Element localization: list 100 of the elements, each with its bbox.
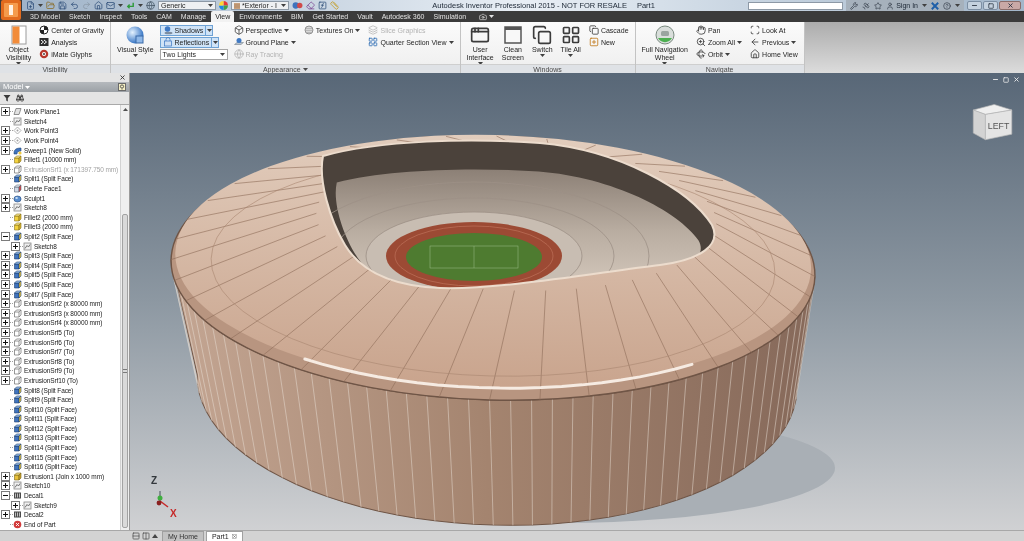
- point-icon: [13, 126, 22, 136]
- split-cube-icon: [13, 232, 22, 241]
- expand-icon[interactable]: [0, 260, 10, 270]
- expand-icon[interactable]: [0, 366, 10, 376]
- wireframe-box-icon: [13, 347, 22, 357]
- expand-icon[interactable]: [0, 318, 10, 328]
- expand-icon[interactable]: [0, 193, 10, 203]
- texture-swatch-icon: [234, 2, 240, 9]
- view-cube[interactable]: LEFT: [970, 99, 1014, 143]
- expand-icon[interactable]: [0, 471, 10, 481]
- star-icon[interactable]: [874, 1, 883, 10]
- expand-icon[interactable]: [0, 356, 10, 366]
- cube-icon: [233, 25, 244, 35]
- expand-icon[interactable]: [0, 289, 10, 299]
- minimize-button[interactable]: [967, 1, 982, 10]
- home-icon[interactable]: [94, 1, 103, 10]
- spheres-icon[interactable]: [292, 1, 303, 10]
- wrench-icon[interactable]: [850, 1, 859, 10]
- tile-horizontal-icon[interactable]: [132, 532, 140, 540]
- expand-icon[interactable]: [0, 347, 10, 357]
- navigation-wheel-icon: [654, 25, 675, 45]
- plane-icon: [13, 107, 22, 117]
- split-menu-button[interactable]: [206, 24, 214, 36]
- minimize-icon[interactable]: [992, 76, 999, 83]
- color-wheel-icon[interactable]: [219, 1, 228, 10]
- undo-icon[interactable]: [70, 1, 79, 10]
- expand-icon[interactable]: [0, 327, 10, 337]
- wireframe-box-icon: [13, 299, 22, 309]
- collapse-icon[interactable]: [0, 491, 10, 501]
- save-icon[interactable]: [58, 1, 67, 10]
- eraser-icon[interactable]: [306, 1, 315, 10]
- mail-icon[interactable]: [106, 1, 115, 10]
- scan-frame-icon: [750, 25, 761, 35]
- axis-triad-icon: [154, 489, 170, 509]
- application-menu-button[interactable]: [0, 0, 22, 22]
- wireframe-box-icon: [13, 356, 22, 366]
- globe-icon[interactable]: [146, 1, 155, 10]
- expand-icon[interactable]: [0, 136, 10, 146]
- camera-icon[interactable]: [479, 12, 488, 21]
- decal-icon: [13, 510, 22, 520]
- satellite-icon[interactable]: [862, 1, 871, 10]
- scrollbar-thumb[interactable]: [122, 214, 128, 528]
- quartered-circle-icon: [39, 25, 50, 35]
- caret-icon: [208, 4, 213, 7]
- collapse-icon[interactable]: [0, 232, 10, 241]
- split-cube-icon: [13, 251, 22, 261]
- scrollbar[interactable]: [120, 105, 129, 530]
- expand-icon[interactable]: [0, 481, 10, 491]
- caret-icon: [38, 4, 43, 7]
- minimize-icon: [971, 2, 978, 9]
- search-field[interactable]: [748, 1, 844, 10]
- new-window-icon: [588, 37, 599, 47]
- expand-icon[interactable]: [0, 510, 10, 520]
- cross-logo-icon[interactable]: [931, 1, 939, 10]
- close-icon[interactable]: [119, 74, 126, 81]
- split-menu-button[interactable]: [212, 36, 220, 48]
- expand-icon[interactable]: [0, 203, 10, 213]
- axis-label: Z: [151, 476, 158, 486]
- fillet-cube-icon: [13, 155, 22, 165]
- expand-icon[interactable]: [10, 241, 20, 251]
- sketch-icon: [23, 500, 32, 510]
- expand-icon[interactable]: [0, 107, 10, 117]
- orbit-icon: [695, 49, 706, 59]
- close-button[interactable]: [999, 1, 1021, 10]
- caret-icon: [25, 85, 31, 89]
- caret-icon: [955, 4, 960, 7]
- expand-icon[interactable]: [0, 145, 10, 155]
- expand-icon[interactable]: [0, 280, 10, 289]
- wireframe-box-icon: [13, 327, 22, 337]
- user-icon: [886, 1, 895, 10]
- padlock-icon: [162, 37, 173, 47]
- function-icon[interactable]: [318, 1, 327, 10]
- tile-vertical-icon[interactable]: [142, 532, 150, 540]
- restore-icon[interactable]: [1003, 76, 1009, 83]
- maximize-button[interactable]: [983, 1, 998, 10]
- sculpt-icon: [13, 193, 22, 203]
- tile-grid-icon: [560, 25, 581, 45]
- help-icon[interactable]: [943, 1, 951, 10]
- filter-icon[interactable]: [3, 94, 11, 102]
- up-triangle-icon[interactable]: [152, 534, 158, 538]
- new-file-icon[interactable]: [26, 1, 35, 10]
- expand-icon[interactable]: [0, 337, 10, 347]
- expand-icon[interactable]: [0, 308, 10, 318]
- expand-icon[interactable]: [0, 126, 10, 136]
- close-icon: [231, 534, 237, 539]
- binoculars-icon[interactable]: [16, 94, 24, 102]
- expand-icon[interactable]: [0, 375, 10, 385]
- expand-icon[interactable]: [0, 270, 10, 280]
- sketch-icon: [13, 203, 22, 213]
- expand-icon[interactable]: [10, 500, 20, 510]
- wireframe-box-icon: [13, 337, 22, 347]
- expand-icon[interactable]: [0, 251, 10, 261]
- caret-icon: [118, 4, 123, 7]
- back-arrow-icon: [750, 37, 761, 47]
- blank-window-icon: [502, 25, 523, 45]
- help-icon[interactable]: [118, 83, 126, 91]
- chevrons-icon: [39, 37, 50, 47]
- wireframe-box-icon: [13, 164, 22, 174]
- expand-icon[interactable]: [0, 299, 10, 309]
- scroll-up-icon[interactable]: [122, 108, 128, 111]
